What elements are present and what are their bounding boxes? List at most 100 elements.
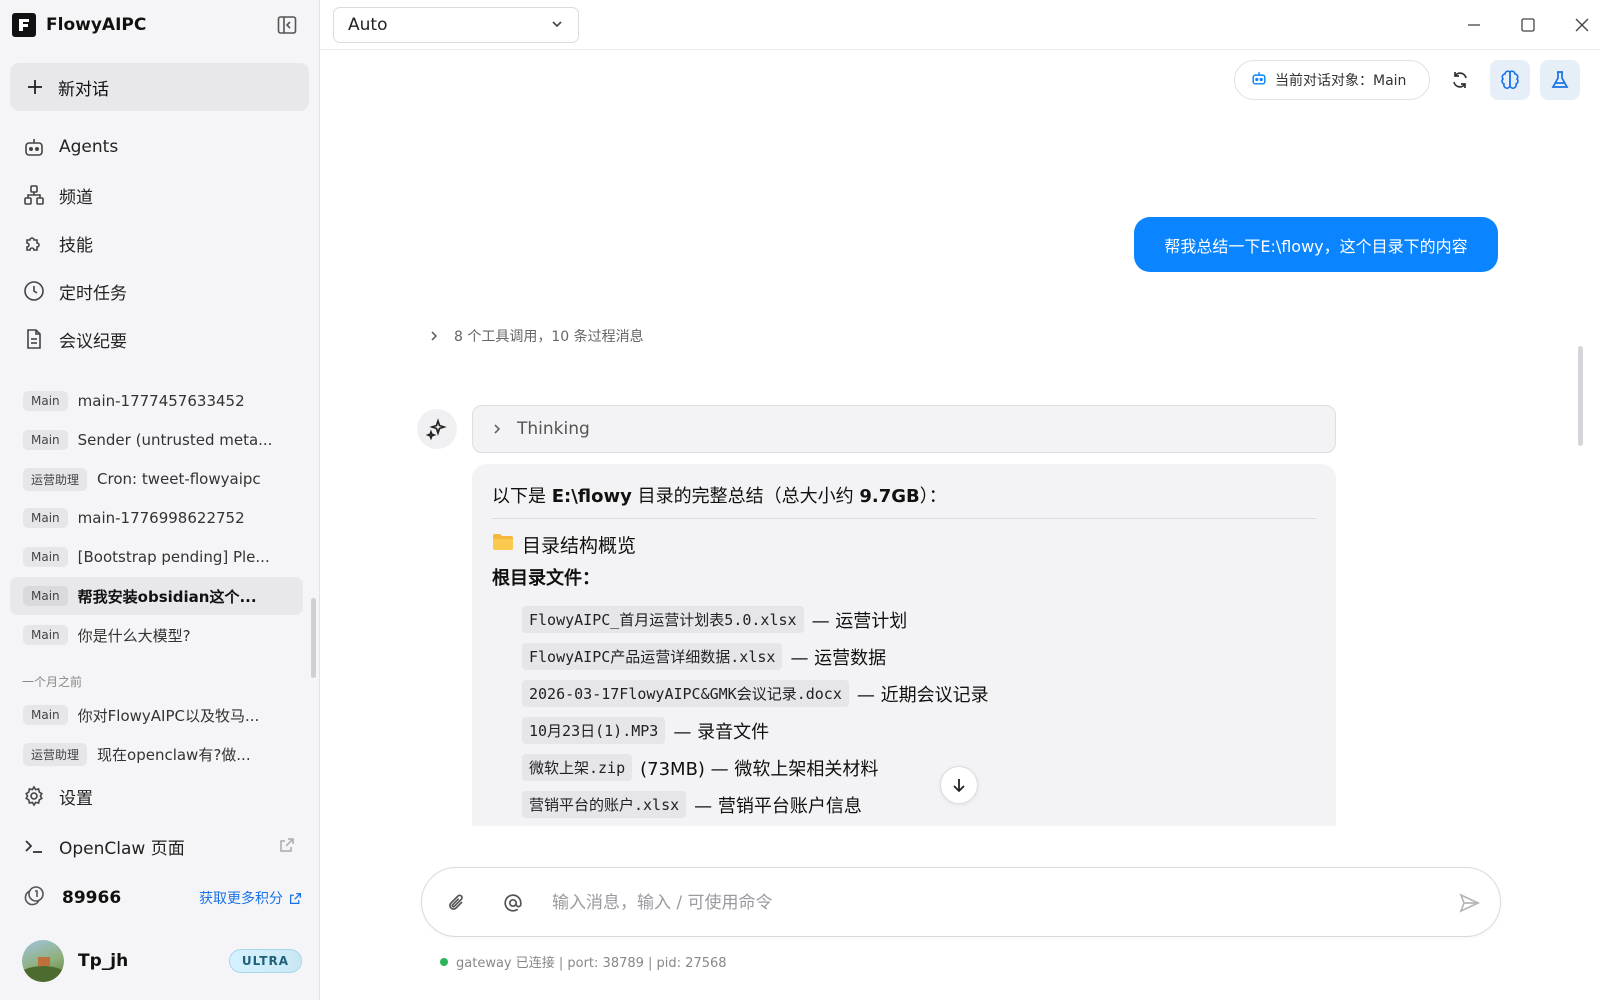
section-heading: 目录结构概览 [492, 529, 1316, 559]
agent-badge: Main [23, 625, 68, 645]
settings-button[interactable]: 设置 [10, 776, 309, 816]
message-input[interactable] [552, 886, 1412, 920]
network-icon [23, 184, 45, 206]
conversation-item[interactable]: Main [Bootstrap pending] Ple... [10, 538, 303, 576]
nav-agents[interactable]: Agents [10, 127, 309, 167]
conversation-item[interactable]: Main main-1777457633452 [10, 382, 303, 420]
chevron-right-icon [428, 327, 440, 346]
nav-scheduled-tasks[interactable]: 定时任务 [10, 271, 309, 311]
intro-mid: 目录的完整总结（总大小约 [631, 486, 860, 507]
robot-icon [23, 136, 45, 158]
assistant-avatar [417, 409, 457, 449]
document-icon [23, 328, 45, 350]
scroll-to-bottom-button[interactable] [940, 766, 978, 804]
new-chat-label: 新对话 [58, 79, 109, 100]
chevron-down-icon [550, 16, 564, 35]
chevron-right-icon [491, 420, 503, 439]
file-desc: (73MB) — 微软上架相关材料 [640, 758, 879, 780]
file-name: 营销平台的账户.xlsx [522, 791, 687, 818]
nav-channels-label: 频道 [59, 187, 93, 208]
memory-button[interactable] [1490, 60, 1530, 100]
send-icon[interactable] [1456, 890, 1482, 916]
agent-badge: Main [23, 391, 68, 411]
collapse-sidebar-icon[interactable] [276, 14, 298, 36]
file-list: FlowyAIPC_首月运营计划表5.0.xlsx — 运营计划 FlowyAI… [492, 601, 1316, 823]
external-link-icon [279, 837, 295, 857]
model-select[interactable]: Auto [333, 7, 579, 43]
chat-scrollbar[interactable] [1578, 346, 1583, 446]
divider [492, 518, 1316, 519]
folder-icon [492, 533, 514, 556]
points-row: 89966 获取更多积分 [22, 882, 302, 914]
nav-skills[interactable]: 技能 [10, 223, 309, 263]
model-select-value: Auto [348, 15, 388, 35]
app-logo-icon [12, 13, 36, 37]
nav-scheduled-tasks-label: 定时任务 [59, 283, 127, 304]
conversation-item-active[interactable]: Main 帮我安装obsidian这个... [10, 577, 303, 615]
app-name: FlowyAIPC [46, 15, 147, 35]
top-bar: Auto [320, 0, 1600, 50]
points-icon [22, 884, 46, 912]
nav-channels[interactable]: 频道 [10, 175, 309, 215]
plan-badge: ULTRA [228, 949, 302, 973]
conversation-item[interactable]: Main 你对FlowyAIPC以及牧马... [10, 696, 303, 734]
file-desc: — 营销平台账户信息 [694, 795, 862, 817]
agent-badge: Main [23, 586, 68, 606]
conversation-item[interactable]: Main 你是什么大模型? [10, 616, 303, 654]
section-label-older: 一个月之前 [22, 675, 83, 689]
openclaw-page-link[interactable]: OpenClaw 页面 [10, 826, 309, 866]
minimize-window-icon[interactable] [1462, 13, 1486, 37]
tool-calls-summary[interactable]: 8 个工具调用，10 条过程消息 [428, 326, 644, 346]
maximize-window-icon[interactable] [1516, 13, 1540, 37]
arrow-down-icon [953, 779, 965, 793]
list-item: 10月23日(1).MP3 — 录音文件 [522, 712, 1316, 749]
settings-label: 设置 [59, 788, 93, 809]
thinking-label: Thinking [517, 419, 590, 439]
connection-status: gateway 已连接 | port: 38789 | pid: 27568 [440, 952, 727, 971]
thinking-toggle[interactable]: Thinking [472, 405, 1336, 453]
refresh-button[interactable] [1440, 60, 1480, 100]
intro-suffix: ）： [919, 486, 947, 507]
puzzle-icon [23, 232, 45, 254]
sidebar: FlowyAIPC 新对话 Agents 频道 技能 定时任务 会议纪要 Mai… [0, 0, 320, 1000]
answer-intro: 以下是 E:\flowy 目录的完整总结（总大小约 9.7GB）： [492, 482, 1316, 512]
get-more-points-link[interactable]: 获取更多积分 [199, 888, 302, 908]
agent-badge: Main [23, 430, 68, 450]
file-name: 微软上架.zip [522, 754, 633, 781]
new-chat-button[interactable]: 新对话 [10, 63, 309, 111]
conversation-item[interactable]: 运营助理 现在openclaw有?做... [10, 735, 303, 773]
conversation-item[interactable]: 运营助理 Cron: tweet-flowyaipc [10, 460, 303, 498]
conversation-title: Cron: tweet-flowyaipc [97, 470, 261, 488]
user-name: Tp_jh [78, 951, 129, 971]
brand: FlowyAIPC [12, 12, 146, 38]
lab-button[interactable] [1540, 60, 1580, 100]
file-name: 2026-03-17FlowyAIPC&GMK会议记录.docx [522, 680, 849, 707]
paperclip-icon[interactable] [444, 890, 470, 916]
get-more-points-label: 获取更多积分 [199, 891, 283, 907]
points-value: 89966 [62, 888, 122, 908]
conversation-title: [Bootstrap pending] Ple... [77, 548, 270, 566]
file-desc: — 录音文件 [673, 721, 770, 743]
nav-meeting-notes[interactable]: 会议纪要 [10, 319, 309, 359]
sidebar-scrollbar[interactable] [311, 598, 316, 678]
conversation-title: 现在openclaw有?做... [97, 745, 251, 764]
terminal-icon [23, 835, 45, 857]
user-profile[interactable]: Tp_jh ULTRA [22, 939, 302, 983]
at-mention-icon[interactable] [500, 890, 526, 916]
intro-prefix: 以下是 [492, 486, 552, 507]
clock-icon [23, 280, 45, 302]
conversation-title: 你是什么大模型? [77, 626, 191, 645]
conversation-item[interactable]: Main Sender (untrusted meta... [10, 421, 303, 459]
conversation-title: Sender (untrusted meta... [77, 431, 273, 449]
current-agent-label: 当前对话对象：Main [1275, 73, 1407, 89]
section-heading-text: 目录结构概览 [522, 534, 637, 557]
list-item: FlowyAIPC_首月运营计划表5.0.xlsx — 运营计划 [522, 601, 1316, 638]
conversation-title: 你对FlowyAIPC以及牧马... [77, 706, 260, 725]
conversation-item[interactable]: Main main-1776998622752 [10, 499, 303, 537]
intro-path: E:\flowy [551, 486, 632, 507]
close-window-icon[interactable] [1570, 13, 1594, 37]
robot-icon [1251, 70, 1267, 90]
flask-icon [1551, 71, 1569, 88]
file-desc: — 运营计划 [811, 610, 908, 632]
current-agent-pill[interactable]: 当前对话对象：Main [1234, 60, 1430, 100]
